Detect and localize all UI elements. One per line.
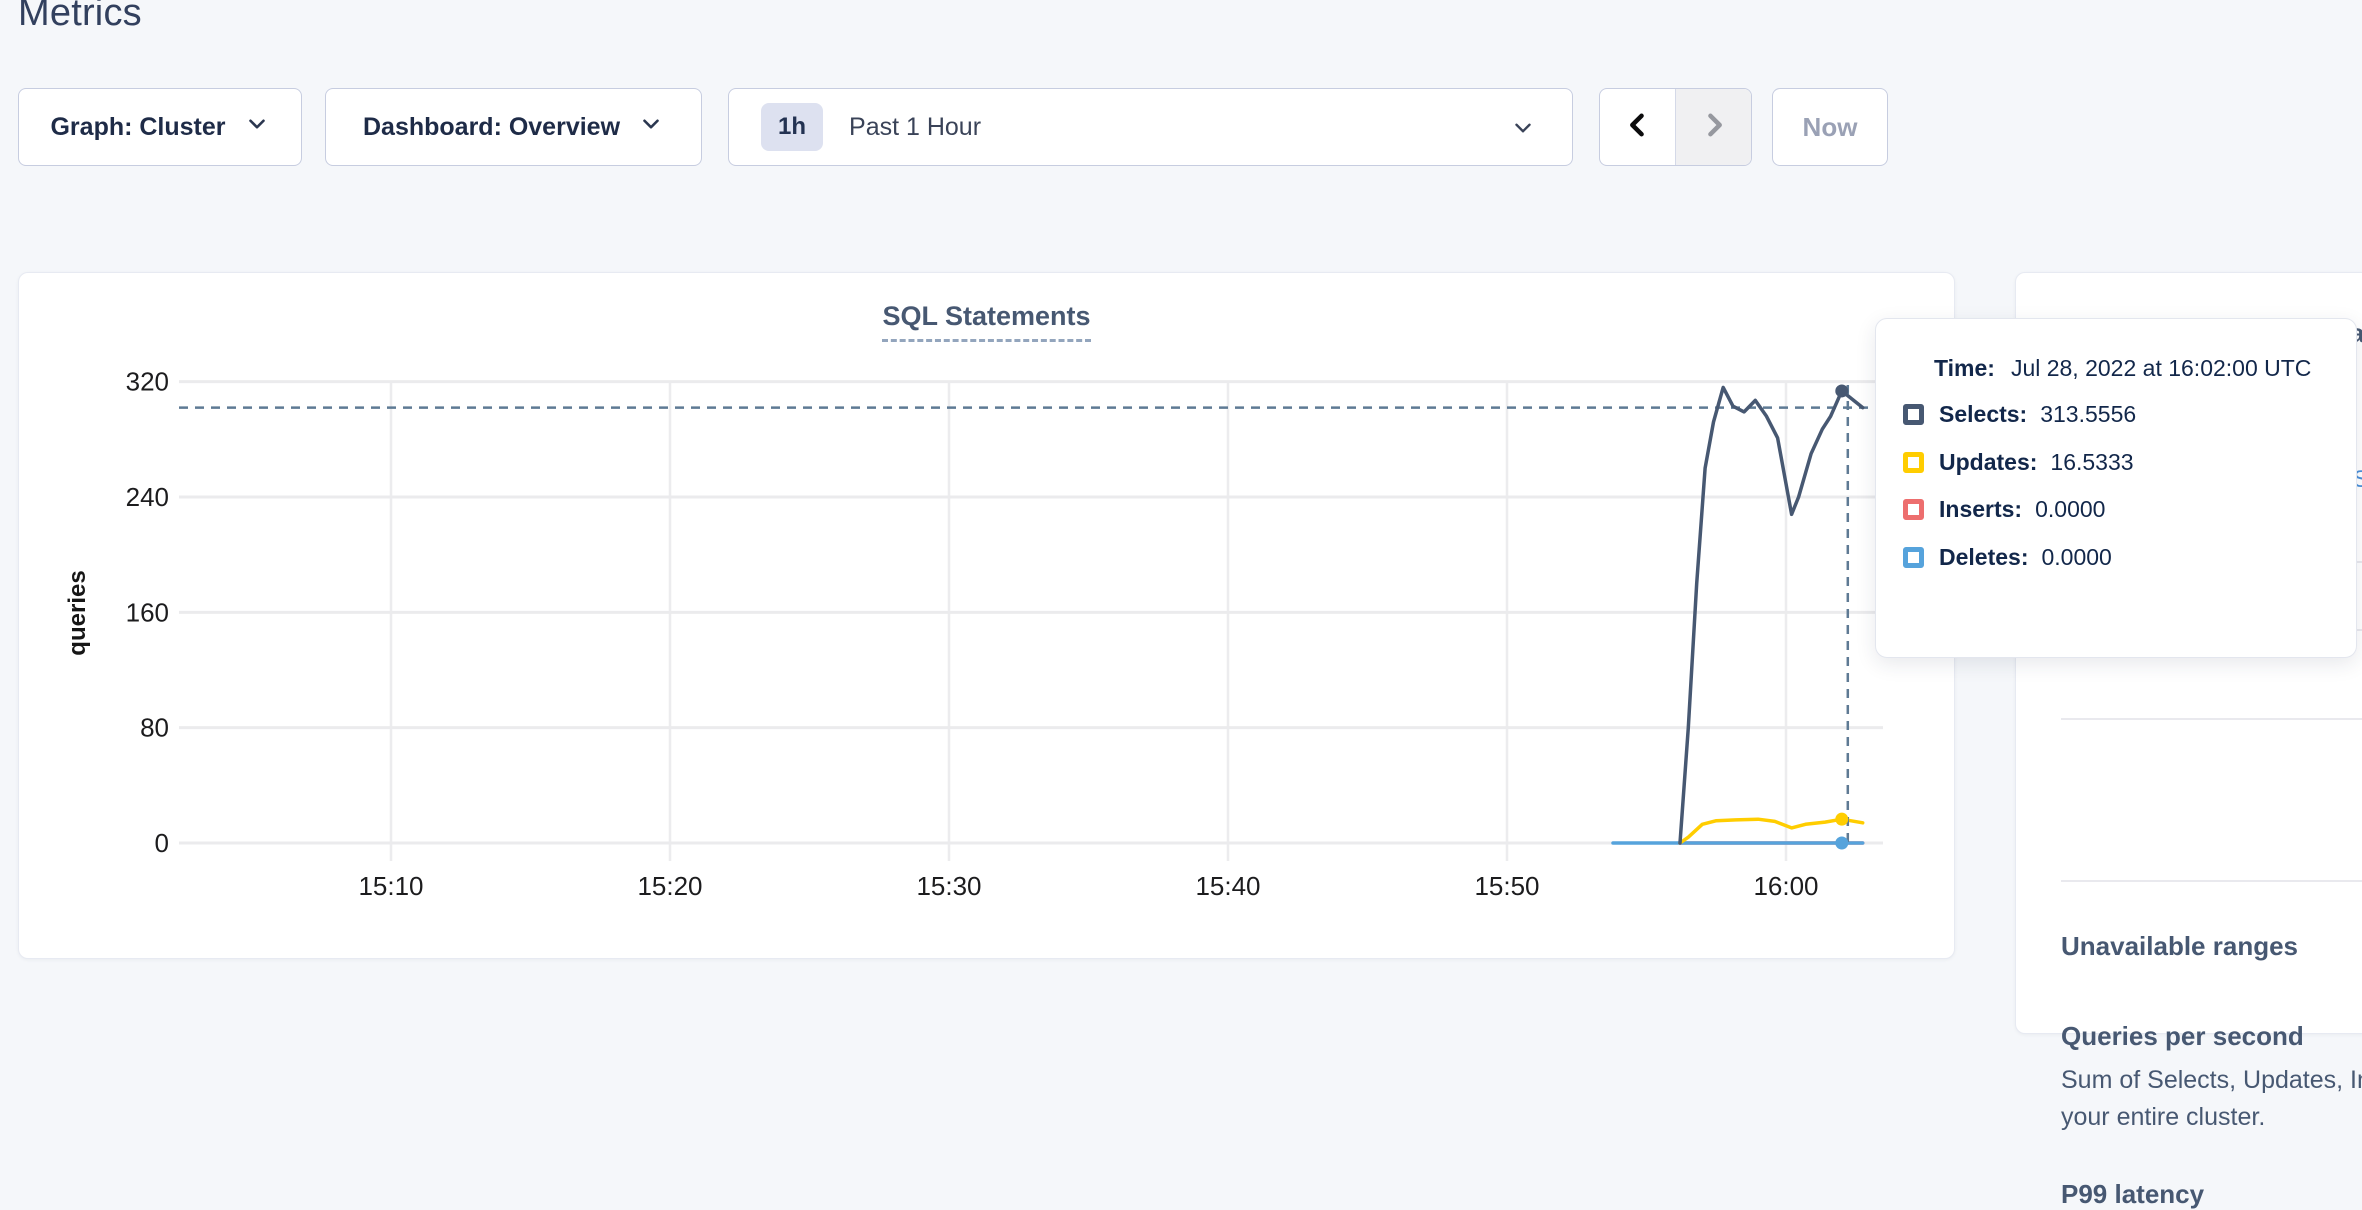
chevron-left-icon — [1621, 108, 1655, 147]
divider — [2061, 880, 2362, 882]
svg-text:15:50: 15:50 — [1474, 871, 1539, 901]
prev-time-button[interactable] — [1600, 89, 1675, 165]
tooltip-series-label: Inserts: — [1939, 496, 2022, 523]
svg-text:160: 160 — [126, 597, 169, 627]
graph-dropdown-label: Graph: Cluster — [50, 113, 225, 142]
time-step-control — [1599, 88, 1752, 166]
summary-desc-line: Sum of Selects, Updates, Inser — [2061, 1062, 2362, 1098]
svg-text:queries: queries — [64, 570, 91, 655]
summary-title-queries-per-second: Queries per second — [2061, 1021, 2304, 1052]
svg-text:16:00: 16:00 — [1753, 871, 1818, 901]
chart-title[interactable]: SQL Statements — [882, 301, 1090, 342]
time-range-badge: 1h — [761, 103, 823, 151]
inserts-swatch-icon — [1903, 499, 1924, 520]
svg-text:15:30: 15:30 — [916, 871, 981, 901]
summary-title-unavailable-ranges: Unavailable ranges — [2061, 931, 2298, 962]
divider — [2061, 718, 2362, 720]
summary-desc-line: your entire cluster. — [2061, 1099, 2265, 1135]
time-range-label: Past 1 Hour — [849, 113, 981, 142]
tooltip-series-value: 16.5333 — [2050, 449, 2133, 476]
sql-statements-chart[interactable]: 15:10 15:20 15:30 15:40 15:50 16:00 0 80 160 240 3… — [19, 273, 1954, 958]
tooltip-row-inserts: Inserts: 0.0000 — [1903, 496, 2105, 523]
tooltip-series-value: 313.5556 — [2040, 401, 2136, 428]
graph-dropdown[interactable]: Graph: Cluster — [18, 88, 302, 166]
sql-statements-card: SQL Statements 15:10 15:20 15:30 15:40 15:50… — [18, 272, 1955, 959]
selects-swatch-icon — [1903, 404, 1924, 425]
tooltip-series-value: 0.0000 — [2035, 496, 2105, 523]
tooltip-time-value: Jul 28, 2022 at 16:02:00 UTC — [2011, 355, 2311, 381]
tooltip-row-deletes: Deletes: 0.0000 — [1903, 544, 2112, 571]
tooltip-series-label: Selects: — [1939, 401, 2027, 428]
now-button[interactable]: Now — [1772, 88, 1888, 166]
deletes-swatch-icon — [1903, 547, 1924, 568]
svg-text:240: 240 — [126, 482, 169, 512]
chevron-down-icon — [1510, 115, 1536, 148]
chevron-down-icon — [244, 111, 270, 144]
updates-swatch-icon — [1903, 452, 1924, 473]
svg-text:15:40: 15:40 — [1195, 871, 1260, 901]
tooltip-series-label: Deletes: — [1939, 544, 2028, 571]
dashboard-dropdown[interactable]: Dashboard: Overview — [325, 88, 702, 166]
svg-text:15:10: 15:10 — [358, 871, 423, 901]
page-title: Metrics — [18, 0, 142, 35]
chart-hover-tooltip: Time: Jul 28, 2022 at 16:02:00 UTC Select… — [1875, 318, 2357, 658]
time-range-picker[interactable]: 1h Past 1 Hour — [728, 88, 1573, 166]
svg-text:80: 80 — [140, 713, 169, 743]
next-time-button[interactable] — [1675, 89, 1751, 165]
svg-text:0: 0 — [155, 828, 169, 858]
dashboard-dropdown-label: Dashboard: Overview — [363, 113, 620, 142]
tooltip-series-value: 0.0000 — [2041, 544, 2111, 571]
tooltip-row-selects: Selects: 313.5556 — [1903, 401, 2136, 428]
chevron-right-icon — [1697, 108, 1731, 147]
tooltip-row-updates: Updates: 16.5333 — [1903, 449, 2134, 476]
tooltip-series-label: Updates: — [1939, 449, 2037, 476]
tooltip-time-row: Time: Jul 28, 2022 at 16:02:00 UTC — [1934, 355, 2311, 382]
svg-text:320: 320 — [126, 367, 169, 397]
svg-text:15:20: 15:20 — [637, 871, 702, 901]
tooltip-time-label: Time: — [1934, 355, 1995, 381]
chevron-down-icon — [638, 111, 664, 144]
summary-title-p99-latency: P99 latency — [2061, 1179, 2204, 1210]
